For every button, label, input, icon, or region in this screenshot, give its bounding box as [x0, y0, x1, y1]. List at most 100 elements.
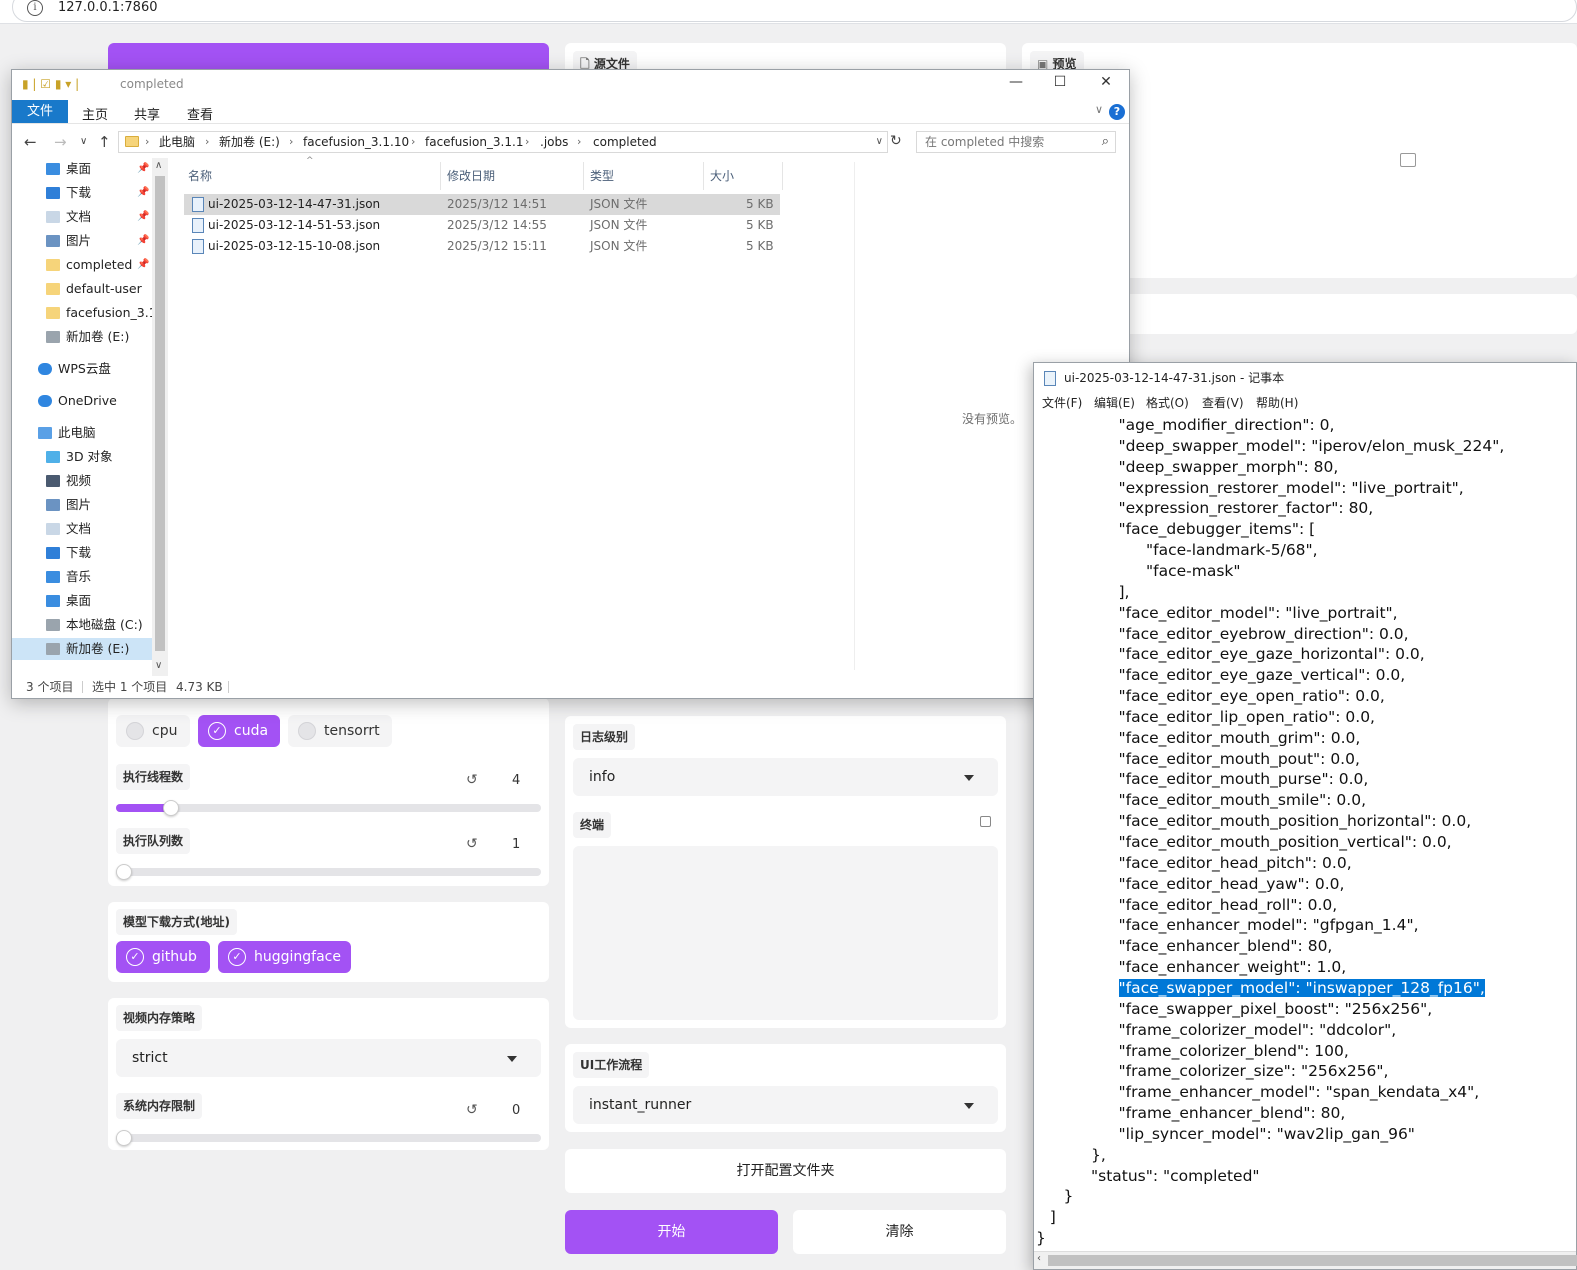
scrollbar-thumb[interactable] — [1048, 1255, 1577, 1266]
maximize-icon[interactable]: ☐ — [1050, 74, 1070, 90]
reset-icon[interactable]: ↺ — [466, 1102, 478, 1118]
queue-count-input[interactable]: ↺ 1 — [466, 834, 542, 856]
forward-arrow-icon[interactable]: → — [54, 133, 67, 151]
breadcrumb-separator-icon[interactable]: › — [289, 132, 293, 152]
nav-item[interactable]: 下载 📌 — [12, 182, 152, 204]
nav-item[interactable]: 桌面 📌 — [12, 158, 152, 180]
column-divider[interactable] — [440, 162, 441, 190]
site-info-icon[interactable]: i — [27, 0, 43, 16]
system-memory-input[interactable]: ↺ 0 — [466, 1100, 542, 1122]
terminal-output[interactable] — [573, 846, 998, 1020]
address-bar[interactable]: › 此电脑 › 新加卷 (E:) › facefusion_3.1.10 › f… — [118, 131, 888, 153]
scroll-down-icon[interactable]: ∨ — [155, 660, 162, 671]
file-row[interactable]: ui-2025-03-12-14-51-53.json 2025/3/12 14:… — [184, 215, 780, 236]
reset-icon[interactable]: ↺ — [466, 772, 478, 788]
video-memory-select[interactable]: strict — [116, 1039, 541, 1077]
nav-item[interactable]: 视频 — [12, 470, 152, 492]
preview-pane-divider[interactable] — [854, 162, 855, 670]
tab-view[interactable]: 查看 — [187, 104, 213, 123]
copy-icon[interactable] — [980, 816, 991, 827]
url-text[interactable]: 127.0.0.1:7860 — [58, 0, 158, 15]
address-pill[interactable] — [12, 0, 1577, 22]
breadcrumb-item[interactable]: 此电脑 — [159, 132, 195, 152]
expand-ribbon-icon[interactable]: ∨ — [1095, 103, 1103, 116]
scrollbar-thumb[interactable] — [155, 176, 165, 651]
slider-handle[interactable] — [162, 800, 179, 816]
nav-item[interactable]: facefusion_3.1.1 — [12, 302, 152, 324]
breadcrumb-separator-icon[interactable]: › — [205, 132, 209, 152]
menu-edit[interactable]: 编辑(E) — [1094, 393, 1135, 413]
minimize-icon[interactable]: — — [1006, 74, 1026, 90]
file-row[interactable]: ui-2025-03-12-15-10-08.json 2025/3/12 15:… — [184, 236, 780, 257]
close-icon[interactable]: ✕ — [1096, 74, 1116, 90]
help-icon[interactable]: ? — [1109, 104, 1125, 120]
column-header-modified[interactable]: 修改日期 — [447, 162, 495, 190]
queue-count-value[interactable]: 1 — [512, 837, 520, 852]
start-button[interactable]: 开始 — [565, 1210, 778, 1254]
breadcrumb-item[interactable]: facefusion_3.1.1 — [425, 132, 523, 152]
scroll-up-icon[interactable]: ∧ — [155, 160, 162, 171]
nav-item[interactable]: 音乐 — [12, 566, 152, 588]
column-divider[interactable] — [782, 162, 783, 190]
breadcrumb-separator-icon[interactable]: › — [577, 132, 581, 152]
nav-item[interactable]: completed 📌 — [12, 254, 152, 276]
nav-item[interactable]: default-user — [12, 278, 152, 300]
file-row[interactable]: ui-2025-03-12-14-47-31.json 2025/3/12 14:… — [184, 194, 780, 215]
nav-item[interactable]: WPS云盘 — [12, 358, 152, 380]
nav-item[interactable]: 桌面 — [12, 590, 152, 612]
browser-address-bar[interactable]: i 127.0.0.1:7860 — [0, 0, 1577, 24]
tab-file[interactable]: 文件 — [12, 100, 68, 123]
slider-handle[interactable] — [116, 864, 132, 880]
nav-item[interactable]: 新加卷 (E:) — [12, 326, 152, 348]
horizontal-scrollbar[interactable]: ‹ — [1034, 1251, 1577, 1269]
tab-share[interactable]: 共享 — [134, 104, 160, 123]
notepad-text-area[interactable]: "age_modifier_direction": 0, "deep_swappe… — [1034, 415, 1576, 1249]
column-divider[interactable] — [583, 162, 584, 190]
search-icon[interactable]: ⌕ — [1102, 132, 1109, 152]
column-divider[interactable] — [703, 162, 704, 190]
breadcrumb-item[interactable]: 新加卷 (E:) — [219, 132, 280, 152]
thread-count-input[interactable]: ↺ 4 — [466, 770, 542, 792]
breadcrumb-item[interactable]: completed — [593, 132, 657, 152]
download-huggingface-checkbox[interactable]: ✓ huggingface — [218, 941, 351, 973]
nav-item[interactable]: OneDrive — [12, 390, 152, 412]
nav-item[interactable]: 新加卷 (E:) — [12, 638, 152, 660]
menu-format[interactable]: 格式(O) — [1146, 393, 1189, 413]
slider-handle[interactable] — [116, 1130, 132, 1146]
menu-file[interactable]: 文件(F) — [1042, 393, 1082, 413]
chevron-down-icon[interactable]: ∨ — [876, 132, 883, 152]
reset-icon[interactable]: ↺ — [466, 836, 478, 852]
thread-count-slider[interactable] — [116, 800, 541, 816]
provider-cuda-checkbox[interactable]: ✓ cuda — [198, 715, 280, 747]
column-header-type[interactable]: 类型 — [590, 162, 614, 190]
provider-tensorrt-checkbox[interactable]: tensorrt — [288, 715, 392, 747]
nav-item[interactable]: 此电脑 — [12, 422, 152, 444]
column-header-size[interactable]: 大小 — [710, 162, 734, 190]
menu-view[interactable]: 查看(V) — [1202, 393, 1244, 413]
search-input[interactable]: 在 completed 中搜索 ⌕ — [916, 131, 1116, 153]
recent-locations-icon[interactable]: ∨ — [80, 136, 87, 147]
breadcrumb-item[interactable]: .jobs — [540, 132, 568, 152]
download-github-checkbox[interactable]: ✓ github — [116, 941, 210, 973]
refresh-icon[interactable]: ↻ — [890, 133, 902, 149]
nav-item[interactable]: 文档 — [12, 518, 152, 540]
column-header-name[interactable]: 名称 — [188, 162, 212, 190]
clear-button[interactable]: 清除 — [793, 1210, 1006, 1254]
thread-count-value[interactable]: 4 — [512, 773, 520, 788]
navigation-pane-scrollbar[interactable]: ∧ ∨ — [152, 158, 168, 676]
back-arrow-icon[interactable]: ← — [24, 133, 37, 151]
nav-item[interactable]: 3D 对象 — [12, 446, 152, 468]
breadcrumb-separator-icon[interactable]: › — [145, 132, 149, 152]
tab-home[interactable]: 主页 — [82, 104, 108, 123]
scroll-left-icon[interactable]: ‹ — [1037, 1253, 1041, 1264]
provider-cpu-checkbox[interactable]: cpu — [116, 715, 190, 747]
nav-item[interactable]: 本地磁盘 (C:) — [12, 614, 152, 636]
nav-item[interactable]: 图片 — [12, 494, 152, 516]
queue-count-slider[interactable] — [116, 864, 541, 880]
breadcrumb-separator-icon[interactable]: › — [411, 132, 415, 152]
breadcrumb-separator-icon[interactable]: › — [525, 132, 529, 152]
breadcrumb-item[interactable]: facefusion_3.1.10 — [303, 132, 409, 152]
ui-workflow-select[interactable]: instant_runner — [573, 1086, 998, 1124]
up-arrow-icon[interactable]: ↑ — [98, 133, 111, 151]
open-config-folder-button[interactable]: 打开配置文件夹 — [565, 1149, 1006, 1193]
